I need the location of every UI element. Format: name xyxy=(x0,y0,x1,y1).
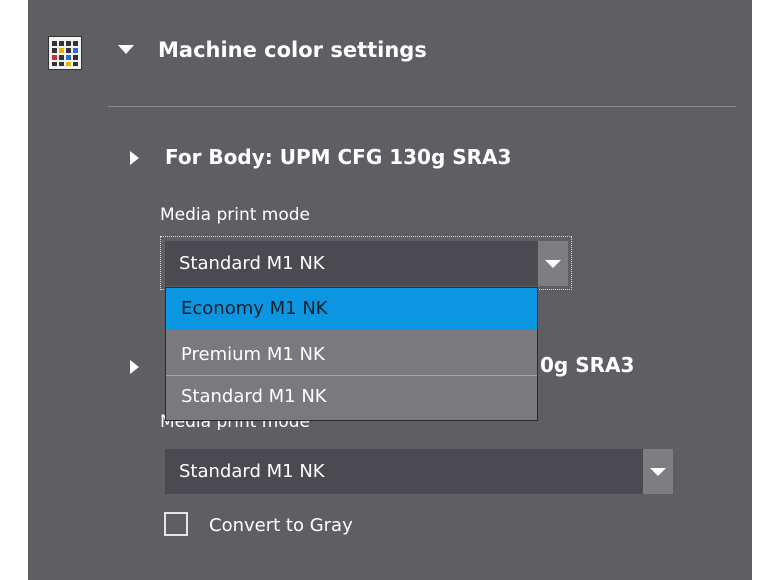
media-print-mode-label: Media print mode xyxy=(160,205,311,225)
color-chart-icon xyxy=(48,36,82,70)
select-value: Standard M1 NK xyxy=(179,461,325,482)
section-title: Machine color settings xyxy=(158,38,427,62)
convert-to-gray-label[interactable]: Convert to Gray xyxy=(209,515,353,536)
section-collapse-toggle-icon[interactable] xyxy=(118,45,134,54)
chevron-down-icon xyxy=(650,467,666,476)
section-divider xyxy=(108,106,736,107)
dropdown-button[interactable] xyxy=(643,449,673,494)
second-group-expand-icon[interactable] xyxy=(130,360,139,374)
second-group-title: 0g SRA3 xyxy=(540,353,635,377)
second-media-print-mode-select[interactable]: Standard M1 NK xyxy=(165,449,673,494)
dropdown-option[interactable]: Economy M1 NK xyxy=(166,288,537,329)
body-group-expand-icon[interactable] xyxy=(130,151,139,165)
chevron-down-icon xyxy=(545,259,561,268)
convert-to-gray-checkbox[interactable] xyxy=(164,512,188,536)
select-value: Standard M1 NK xyxy=(179,253,325,274)
dropdown-option[interactable]: Premium M1 NK xyxy=(166,334,537,375)
media-print-mode-select[interactable]: Standard M1 NK xyxy=(165,241,568,286)
body-group-title: For Body: UPM CFG 130g SRA3 xyxy=(165,145,512,169)
dropdown-option[interactable]: Standard M1 NK xyxy=(166,375,537,416)
media-print-mode-dropdown-list: Economy M1 NK Premium M1 NK Standard M1 … xyxy=(165,287,538,421)
dropdown-button[interactable] xyxy=(538,241,568,286)
